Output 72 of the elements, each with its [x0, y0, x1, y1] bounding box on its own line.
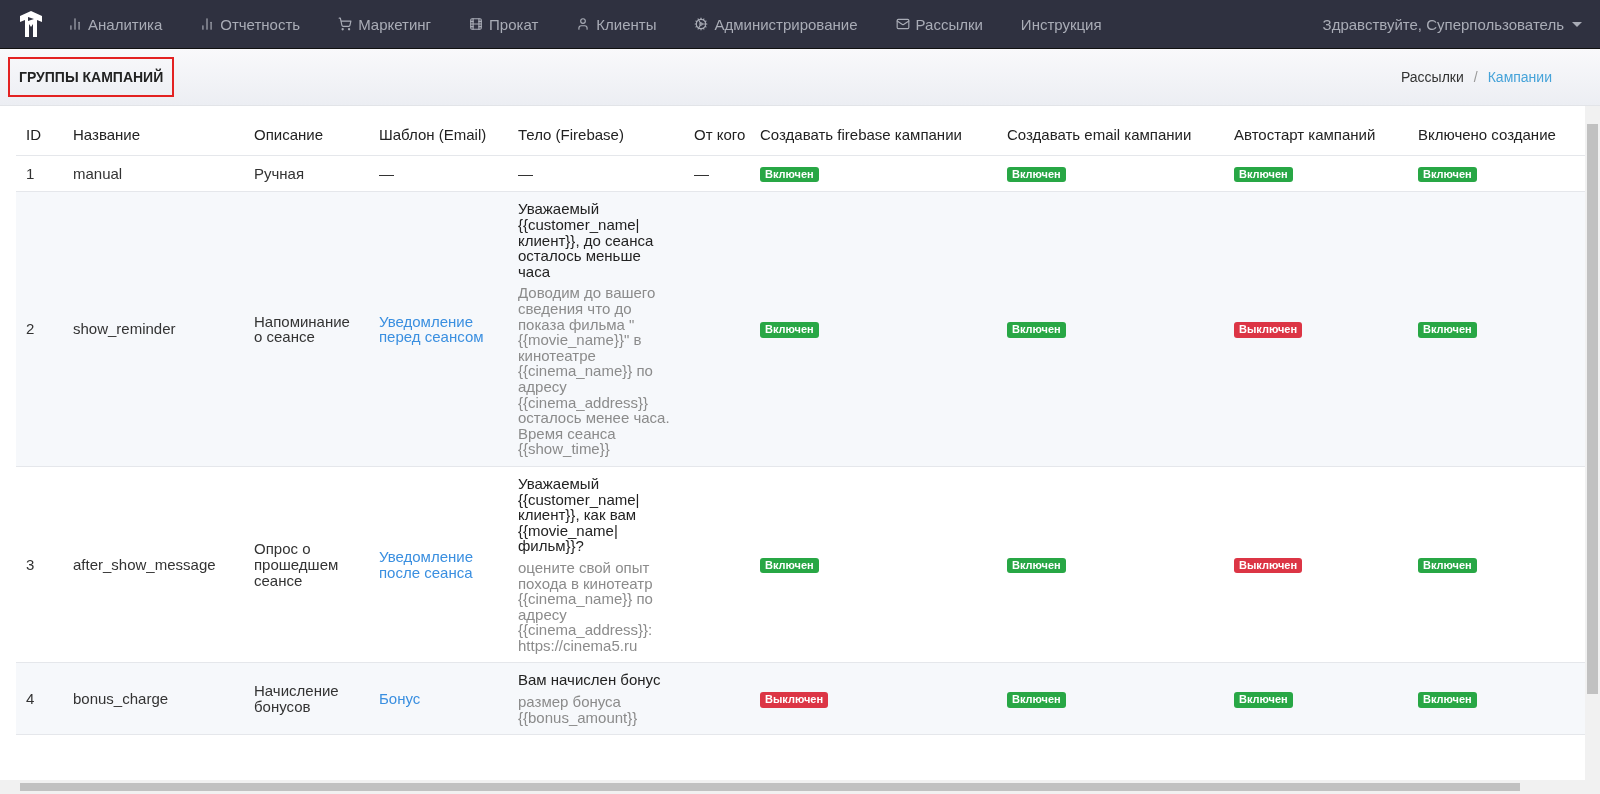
template-link[interactable]: Бонус: [379, 691, 498, 707]
message-text: размер бонуса {{bonus_amount}}: [518, 694, 639, 726]
breadcrumb-link[interactable]: Рассылки: [1400, 69, 1464, 85]
caret-icon: [1572, 21, 1582, 27]
table-cell: Напоминание о сеансе: [244, 191, 369, 467]
nav-link[interactable]: Клиенты: [576, 15, 657, 33]
status-badge: Включен: [1007, 692, 1066, 708]
status-badge: Выключен: [1234, 558, 1303, 574]
message-title: Вам начислен бонус: [518, 672, 662, 689]
status-badge: Выключен: [760, 692, 829, 708]
table-cell: 2: [16, 191, 63, 467]
bar-chart-icon: [200, 17, 215, 31]
table-cell: 4: [16, 662, 63, 735]
table-cell: show_reminder: [63, 191, 244, 467]
message-title: Уважаемый {{customer_name|клиент}}, как вам {{movie_name|фильм}}?: [518, 475, 641, 554]
column-header: Название: [63, 114, 244, 156]
column-header: Создавать firebase кампании: [750, 114, 997, 156]
table-cell: Начисление бонусов: [244, 662, 369, 735]
status-badge: Выключен: [1234, 322, 1303, 338]
template-link[interactable]: Уведомление после сеанса: [379, 549, 498, 581]
cell-text: —: [379, 164, 394, 182]
nav-link[interactable]: Инструкция: [1020, 15, 1102, 33]
status-badge: Включен: [1418, 692, 1477, 708]
mail-icon: [895, 17, 910, 31]
status-badge: Включен: [1007, 322, 1066, 338]
breadcrumb-separator: /: [1473, 69, 1478, 85]
table-cell: bonus_charge: [63, 662, 244, 735]
film-icon: [469, 17, 484, 31]
table-cell: Опрос о прошедшем сеансе: [244, 466, 369, 663]
status-badge: Включен: [1234, 692, 1293, 708]
horizontal-scrollbar[interactable]: [0, 780, 1600, 794]
status-badge: Включен: [760, 322, 819, 338]
column-header: От кого: [684, 114, 750, 156]
message-text: Доводим до вашего сведения что до показа фильма "{{movie_name}}" в кинотеатре {{cinema_name}} по адресу {{cinema_address}} осталось менее часа. Время сеанса {{show_time}}: [518, 285, 671, 457]
status-badge: Включен: [1418, 558, 1477, 574]
column-header: Шаблон (Email): [369, 114, 508, 156]
nav-link[interactable]: Аналитика: [68, 15, 163, 33]
bar-chart-icon: [68, 17, 82, 31]
message-title: Уважаемый {{customer_name|клиент}}, до сеанса осталось меньше часа: [518, 201, 655, 280]
table-cell: 1: [16, 155, 63, 192]
template-link[interactable]: Уведомление перед сеансом: [379, 313, 498, 345]
status-badge: Включен: [1418, 322, 1477, 338]
nav-link[interactable]: Рассылки: [895, 15, 983, 33]
message-text: оцените свой опыт похода в кинотеатр {{cinema_name}} по адресу {{cinema_address}}: https://cinema5.ru: [518, 559, 654, 654]
table-cell: 3: [16, 466, 63, 663]
status-badge: Включен: [760, 558, 819, 574]
column-header: ID: [16, 114, 63, 156]
status-badge: Включен: [760, 167, 819, 183]
table-cell: manual: [63, 155, 244, 192]
table-cell: after_show_message: [63, 466, 244, 663]
page-title: ГРУППЫ КАМПАНИЙ: [8, 57, 175, 97]
nav-link[interactable]: Прокат: [469, 15, 539, 33]
table-cell: Ручная: [244, 155, 369, 192]
gears-icon: [694, 17, 709, 31]
column-header: Описание: [244, 114, 369, 156]
column-header: Создавать email кампании: [997, 114, 1224, 156]
status-badge: Включен: [1234, 167, 1293, 183]
status-badge: Включен: [1418, 167, 1477, 183]
logo-icon[interactable]: [18, 10, 44, 38]
nav-link[interactable]: Отчетность: [200, 15, 301, 33]
vertical-scrollbar[interactable]: [1585, 106, 1600, 780]
status-badge: Включен: [1007, 558, 1066, 574]
cart-icon: [338, 17, 353, 31]
nav-link[interactable]: Администрирование: [694, 15, 858, 33]
nav-link[interactable]: Маркетинг: [338, 15, 432, 33]
column-header: Автостарт кампаний: [1224, 114, 1408, 156]
cell-text: —: [694, 164, 709, 182]
user-menu[interactable]: Здравствуйте, Суперпользователь: [1322, 15, 1582, 33]
cell-text: —: [518, 164, 533, 182]
user-icon: [576, 17, 591, 31]
column-header: Тело (Firebase): [508, 114, 684, 156]
status-badge: Включен: [1007, 167, 1066, 183]
